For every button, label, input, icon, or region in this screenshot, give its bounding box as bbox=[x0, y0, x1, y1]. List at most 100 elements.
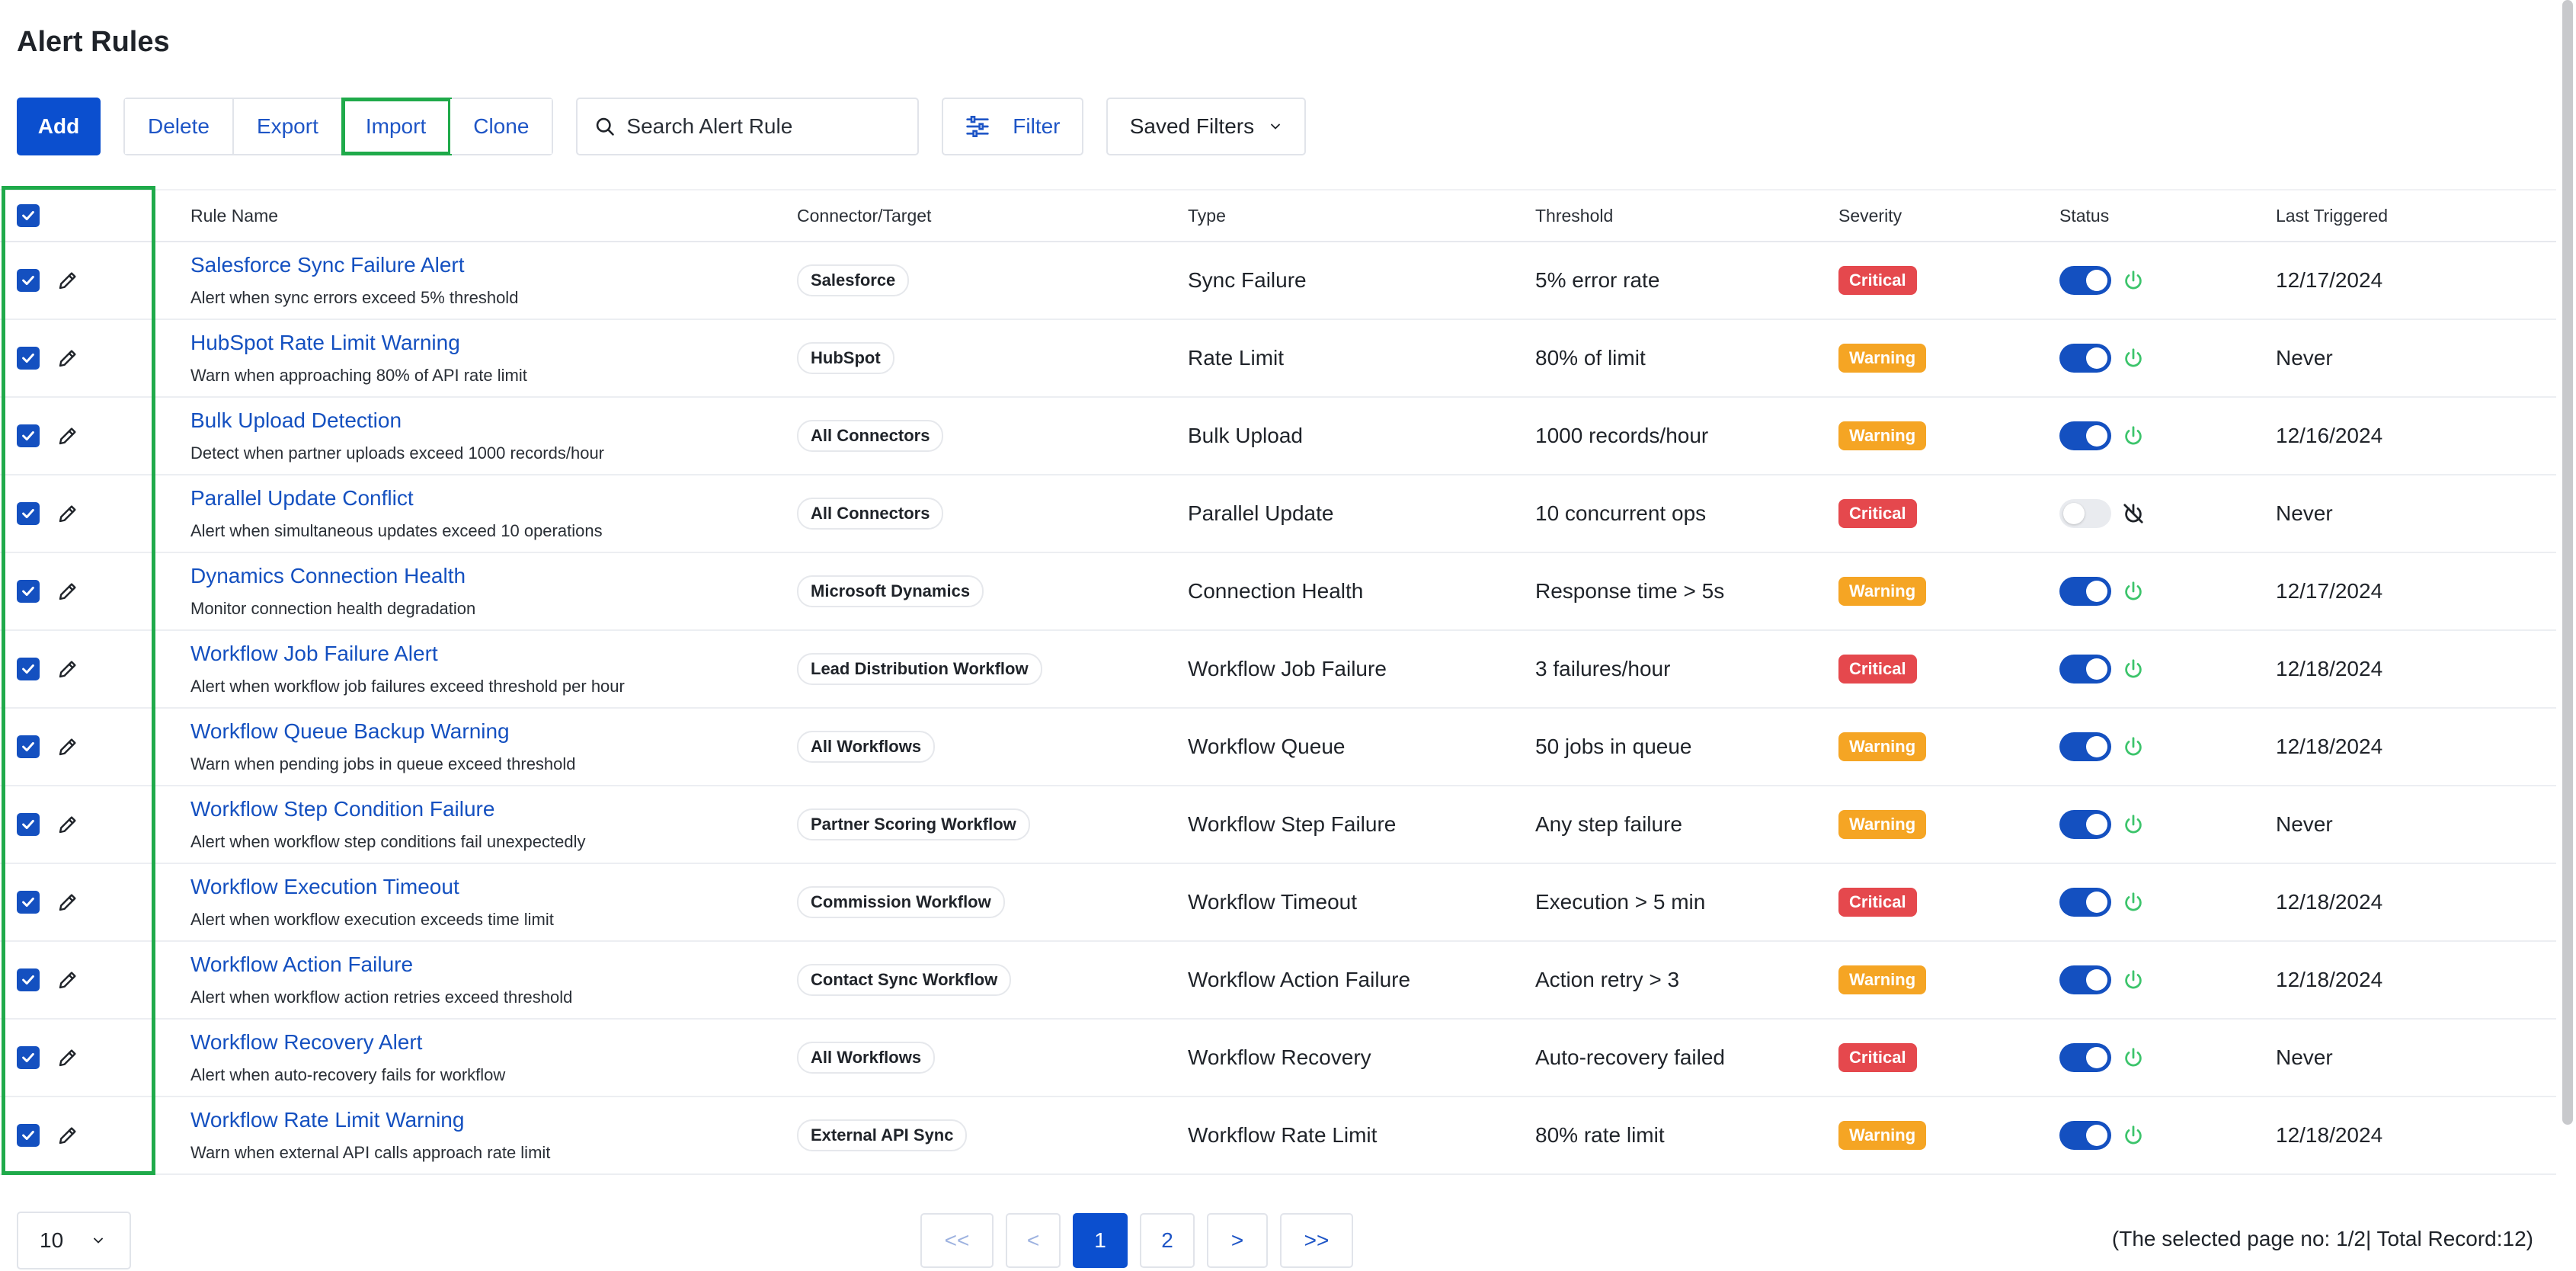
status-toggle[interactable] bbox=[2059, 732, 2111, 761]
rule-name-link[interactable]: Workflow Queue Backup Warning bbox=[190, 719, 510, 744]
first-page-button[interactable]: << bbox=[920, 1213, 994, 1268]
import-button[interactable]: Import bbox=[341, 98, 453, 155]
status-toggle[interactable] bbox=[2059, 1043, 2111, 1072]
rule-name-link[interactable]: HubSpot Rate Limit Warning bbox=[190, 331, 460, 355]
filter-button[interactable]: Filter bbox=[942, 98, 1084, 155]
rule-threshold: Action retry > 3 bbox=[1535, 968, 1680, 991]
add-button[interactable]: Add bbox=[17, 98, 101, 155]
last-triggered: 12/16/2024 bbox=[2276, 424, 2383, 447]
connector-chip: All Workflows bbox=[797, 1042, 936, 1074]
power-icon bbox=[2125, 581, 2142, 600]
table-row[interactable]: HubSpot Rate Limit Warning Warn when app… bbox=[0, 320, 2556, 398]
saved-filters-dropdown[interactable]: Saved Filters bbox=[1106, 98, 1307, 155]
table-row[interactable]: Workflow Queue Backup Warning Warn when … bbox=[0, 709, 2556, 786]
severity-badge: Warning bbox=[1838, 421, 1927, 450]
status-toggle[interactable] bbox=[2059, 499, 2111, 528]
filter-label: Filter bbox=[1013, 114, 1061, 138]
toggle-knob bbox=[2086, 1047, 2107, 1068]
next-page-button[interactable]: > bbox=[1207, 1213, 1268, 1268]
severity-badge: Critical bbox=[1838, 888, 1917, 917]
severity-badge: Critical bbox=[1838, 266, 1917, 295]
connector-chip: Partner Scoring Workflow bbox=[797, 808, 1030, 840]
status-toggle[interactable] bbox=[2059, 965, 2111, 994]
column-header-last-triggered[interactable]: Last Triggered bbox=[2276, 206, 2388, 226]
rule-name-link[interactable]: Workflow Recovery Alert bbox=[190, 1030, 422, 1055]
rule-name-link[interactable]: Workflow Job Failure Alert bbox=[190, 642, 438, 666]
table-row[interactable]: Workflow Execution Timeout Alert when wo… bbox=[0, 864, 2556, 942]
column-header-type[interactable]: Type bbox=[1188, 206, 1226, 226]
table-row[interactable]: Bulk Upload Detection Detect when partne… bbox=[0, 398, 2556, 475]
clone-button[interactable]: Clone bbox=[450, 99, 552, 154]
rule-name-link[interactable]: Workflow Step Condition Failure bbox=[190, 797, 494, 821]
delete-button[interactable]: Delete bbox=[125, 99, 234, 154]
table-row[interactable]: Workflow Action Failure Alert when workf… bbox=[0, 942, 2556, 1020]
table-row[interactable]: Dynamics Connection Health Monitor conne… bbox=[0, 553, 2556, 631]
connector-chip: Lead Distribution Workflow bbox=[797, 653, 1042, 685]
last-page-button[interactable]: >> bbox=[1280, 1213, 1353, 1268]
table-row[interactable]: Salesforce Sync Failure Alert Alert when… bbox=[0, 242, 2556, 320]
chevron-down-icon bbox=[1271, 123, 1281, 130]
vertical-scrollbar[interactable] bbox=[2562, 0, 2573, 1125]
rule-description: Monitor connection health degradation bbox=[190, 599, 476, 618]
table-row[interactable]: Workflow Recovery Alert Alert when auto-… bbox=[0, 1020, 2556, 1097]
rule-name-link[interactable]: Workflow Action Failure bbox=[190, 952, 413, 977]
rule-description: Warn when approaching 80% of API rate li… bbox=[190, 366, 527, 385]
search-icon bbox=[597, 117, 615, 136]
toggle-knob bbox=[2086, 1125, 2107, 1146]
toggle-knob bbox=[2086, 425, 2107, 447]
table-row[interactable]: Workflow Step Condition Failure Alert wh… bbox=[0, 786, 2556, 864]
column-header-connector[interactable]: Connector/Target bbox=[797, 206, 931, 226]
page-size-select[interactable]: 10 bbox=[17, 1212, 131, 1269]
toggle-knob bbox=[2086, 736, 2107, 757]
toggle-knob bbox=[2086, 814, 2107, 835]
power-icon bbox=[2125, 348, 2142, 367]
table-row[interactable]: Workflow Job Failure Alert Alert when wo… bbox=[0, 631, 2556, 709]
saved-filters-label: Saved Filters bbox=[1129, 114, 1255, 138]
rule-type: Connection Health bbox=[1188, 579, 1364, 603]
severity-badge: Warning bbox=[1838, 965, 1927, 994]
status-toggle[interactable] bbox=[2059, 344, 2111, 373]
column-header-status[interactable]: Status bbox=[2059, 206, 2109, 226]
severity-badge: Critical bbox=[1838, 1043, 1917, 1072]
pagination-info: (The selected page no: 1/2| Total Record… bbox=[2111, 1227, 2533, 1250]
column-header-severity[interactable]: Severity bbox=[1838, 206, 1902, 226]
rule-name-link[interactable]: Workflow Execution Timeout bbox=[190, 875, 459, 899]
severity-badge: Warning bbox=[1838, 1121, 1927, 1150]
page-1-button[interactable]: 1 bbox=[1073, 1213, 1128, 1268]
last-triggered: 12/17/2024 bbox=[2276, 579, 2383, 603]
last-triggered: 12/18/2024 bbox=[2276, 890, 2383, 914]
status-toggle[interactable] bbox=[2059, 810, 2111, 839]
table-row[interactable]: Parallel Update Conflict Alert when simu… bbox=[0, 475, 2556, 553]
status-toggle[interactable] bbox=[2059, 266, 2111, 295]
connector-chip: Microsoft Dynamics bbox=[797, 575, 984, 607]
toggle-knob bbox=[2086, 347, 2107, 369]
rule-threshold: 5% error rate bbox=[1535, 268, 1660, 292]
power-icon bbox=[2125, 737, 2142, 756]
export-button[interactable]: Export bbox=[233, 99, 343, 154]
column-header-threshold[interactable]: Threshold bbox=[1535, 206, 1613, 226]
rule-type: Parallel Update bbox=[1188, 501, 1334, 525]
connector-chip: All Connectors bbox=[797, 420, 944, 452]
status-toggle[interactable] bbox=[2059, 421, 2111, 450]
rule-threshold: 80% of limit bbox=[1535, 346, 1646, 370]
rule-name-link[interactable]: Salesforce Sync Failure Alert bbox=[190, 253, 465, 277]
rule-name-link[interactable]: Workflow Rate Limit Warning bbox=[190, 1108, 464, 1132]
table-row[interactable]: Workflow Rate Limit Warning Warn when ex… bbox=[0, 1097, 2556, 1175]
status-toggle[interactable] bbox=[2059, 655, 2111, 684]
search-input[interactable] bbox=[626, 114, 909, 139]
connector-chip: Commission Workflow bbox=[797, 886, 1005, 918]
rule-name-link[interactable]: Bulk Upload Detection bbox=[190, 408, 402, 433]
table-body: Salesforce Sync Failure Alert Alert when… bbox=[0, 242, 2556, 1175]
last-triggered: 12/18/2024 bbox=[2276, 657, 2383, 680]
page-2-button[interactable]: 2 bbox=[1140, 1213, 1195, 1268]
rule-name-link[interactable]: Parallel Update Conflict bbox=[190, 486, 414, 511]
previous-page-button[interactable]: < bbox=[1006, 1213, 1061, 1268]
status-toggle[interactable] bbox=[2059, 577, 2111, 606]
column-header-rule-name[interactable]: Rule Name bbox=[190, 206, 278, 226]
search-box bbox=[576, 98, 920, 155]
severity-badge: Warning bbox=[1838, 577, 1927, 606]
toggle-knob bbox=[2086, 270, 2107, 291]
rule-name-link[interactable]: Dynamics Connection Health bbox=[190, 564, 466, 588]
status-toggle[interactable] bbox=[2059, 1121, 2111, 1150]
status-toggle[interactable] bbox=[2059, 888, 2111, 917]
